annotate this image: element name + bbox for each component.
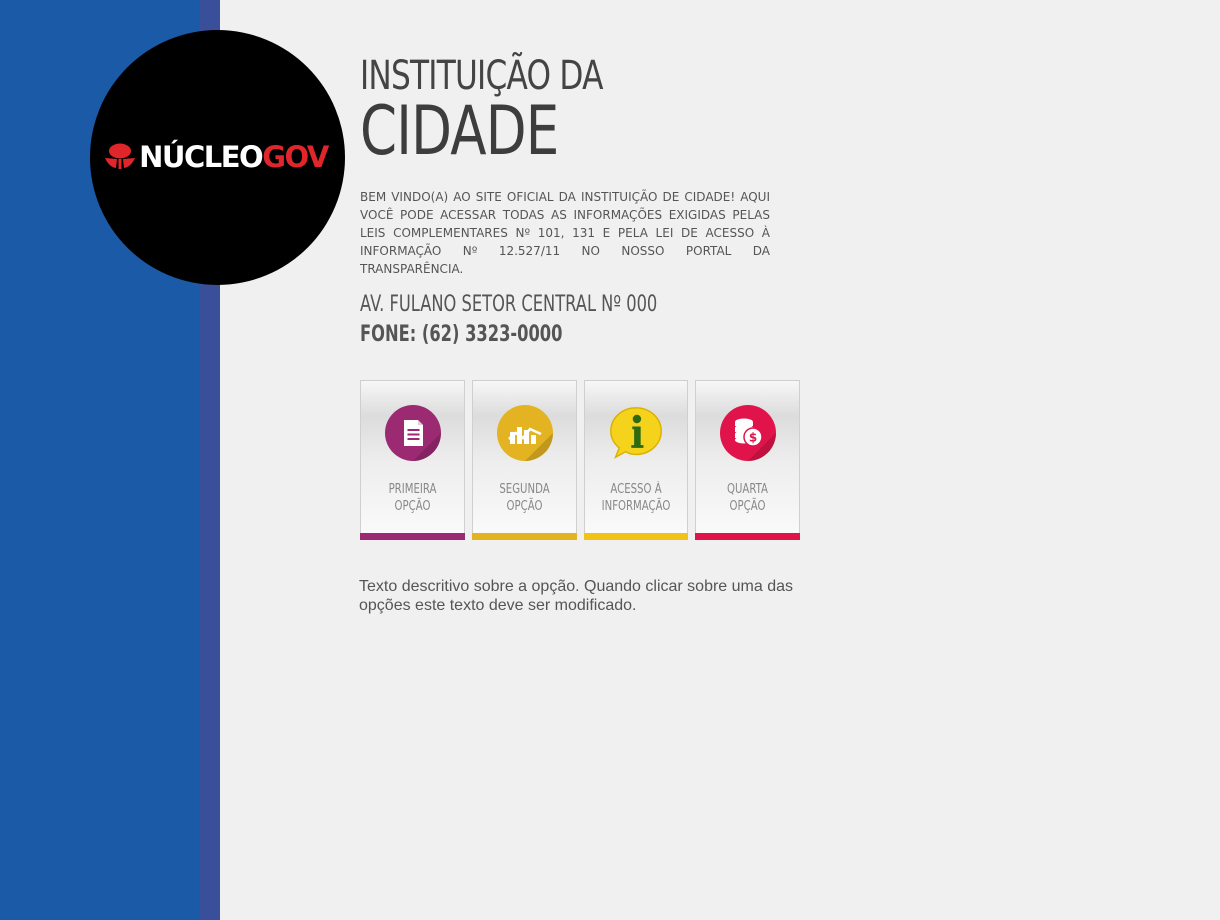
option-label: ACESSO À INFORMAÇÃO <box>601 482 671 514</box>
option-color-bar <box>695 533 800 540</box>
option-card-primeira[interactable]: PRIMEIRA OPÇÃO <box>360 380 465 540</box>
address: AV. FULANO SETOR CENTRAL Nº 000 <box>360 292 658 317</box>
coins-icon: $ <box>719 405 776 461</box>
document-icon <box>384 405 441 461</box>
option-label: PRIMEIRA OPÇÃO <box>388 482 437 514</box>
options-grid: PRIMEIRA OPÇÃO SEGUNDA OPÇÃO ACESSO À IN… <box>360 380 800 540</box>
logo-mark-icon <box>105 143 136 169</box>
info-icon <box>608 405 664 461</box>
option-color-bar <box>472 533 577 540</box>
option-card-acesso-informacao[interactable]: ACESSO À INFORMAÇÃO <box>584 380 688 540</box>
option-card-segunda[interactable]: SEGUNDA OPÇÃO <box>472 380 577 540</box>
logo-text-nucleo: NÚCLEO <box>139 140 264 174</box>
page-title-line1: INSTITUIÇÃO DA <box>360 53 603 99</box>
chart-icon <box>496 405 553 461</box>
option-description: Texto descritivo sobre a opção. Quando c… <box>359 578 794 614</box>
svg-text:$: $ <box>748 431 756 445</box>
phone: FONE: (62) 3323-0000 <box>360 322 563 347</box>
option-color-bar <box>360 533 465 540</box>
logo-text-gov: GOV <box>262 140 329 174</box>
logo[interactable]: NÚCLEO GOV <box>90 30 345 285</box>
intro-text: BEM VINDO(A) AO SITE OFICIAL DA INSTITUI… <box>360 190 770 276</box>
option-label: QUARTA OPÇÃO <box>727 482 768 514</box>
option-color-bar <box>584 533 688 540</box>
option-label: SEGUNDA OPÇÃO <box>499 482 550 514</box>
page-title-line2: CIDADE <box>360 92 559 171</box>
option-card-quarta[interactable]: $ QUARTA OPÇÃO <box>695 380 800 540</box>
